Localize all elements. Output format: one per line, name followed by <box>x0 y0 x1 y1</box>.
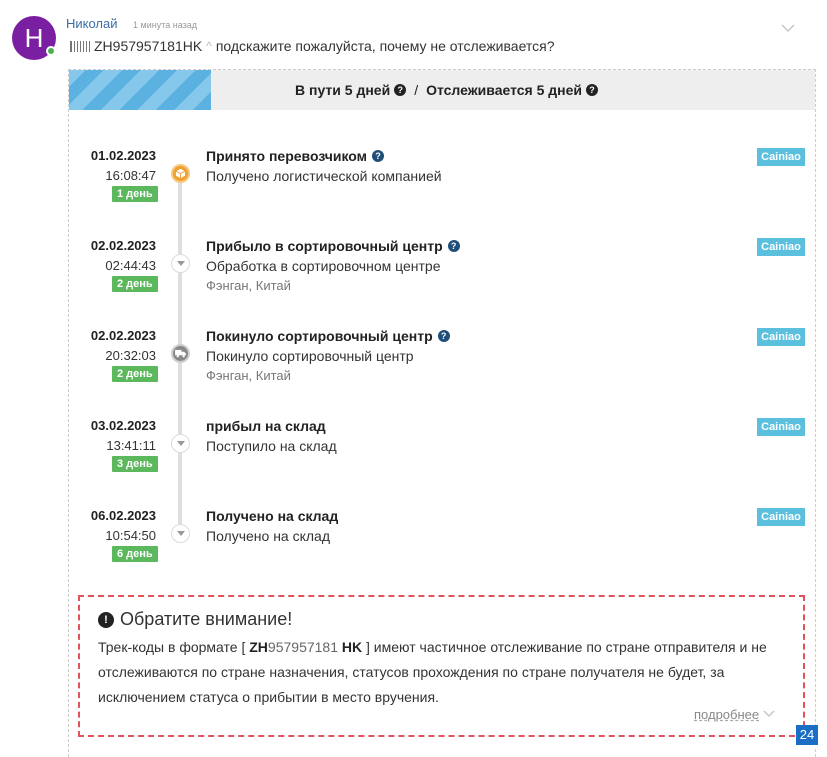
chevron-down-icon <box>763 709 775 721</box>
event-title: Принято перевозчиком? <box>206 148 385 164</box>
help-icon[interactable]: ? <box>447 240 460 252</box>
notice-text: Трек-коды в формате [ ZH957957181 HK ] и… <box>98 635 788 710</box>
event-date: 03.02.2023 <box>90 418 156 433</box>
tracking-event: 01.02.2023 16:08:47 1 день Принято перевозч… <box>0 148 827 218</box>
notice-code-prefix: ZH <box>249 639 268 655</box>
carrier-badge[interactable]: Cainiao <box>757 148 805 166</box>
track-code-link[interactable]: ZH957957181HK <box>94 38 202 54</box>
tracking-header: В пути 5 дней ? / Отслеживается 5 дней ? <box>69 70 815 110</box>
tracking-progress-bar <box>69 70 211 110</box>
chevron-down-icon <box>171 434 190 453</box>
event-time: 13:41:11 <box>106 438 156 453</box>
carrier-badge[interactable]: Cainiao <box>757 238 805 256</box>
event-description: Обработка в сортировочном центре <box>206 258 441 274</box>
exclamation-icon: ! <box>98 611 114 628</box>
box-icon <box>171 164 190 183</box>
event-title-text: Принято перевозчиком <box>206 148 368 164</box>
event-location: Фэнган, Китай <box>206 368 291 383</box>
event-description: Получено логистической компанией <box>206 168 442 184</box>
event-description: Поступило на склад <box>206 438 337 454</box>
tracking-event: 02.02.2023 02:44:43 2 день Прибыло в сортир… <box>0 238 827 308</box>
help-icon[interactable]: ? <box>437 330 450 342</box>
help-icon[interactable]: ? <box>372 150 385 162</box>
event-description: Получено на склад <box>206 528 331 544</box>
status-tracked: Отслеживается 5 дней <box>426 82 583 98</box>
notice-box: ! Обратите внимание! Трек-коды в формате… <box>78 595 805 737</box>
event-title: Покинуло сортировочный центр? <box>206 328 450 344</box>
event-title: прибыл на склад <box>206 418 326 434</box>
comment-time: 1 минута назад <box>133 20 197 30</box>
tracking-event: 06.02.2023 10:54:50 6 день Получено на скла… <box>0 508 827 578</box>
event-title-text: Получено на склад <box>206 508 339 524</box>
event-time: 02:44:43 <box>105 258 156 273</box>
event-time: 10:54:50 <box>105 528 156 543</box>
event-title: Получено на склад <box>206 508 338 524</box>
event-days-badge: 6 день <box>112 546 158 562</box>
event-location: Фэнган, Китай <box>206 278 291 293</box>
event-date: 02.02.2023 <box>90 238 156 253</box>
carrier-badge[interactable]: Cainiao <box>757 508 805 526</box>
chevron-down-icon[interactable] <box>780 20 796 36</box>
notice-code-digits: 957957181 <box>267 639 338 655</box>
event-date: 02.02.2023 <box>90 328 156 343</box>
event-time: 20:32:03 <box>105 348 156 363</box>
comment-author[interactable]: Николай <box>66 16 118 31</box>
status-separator: / <box>414 82 419 98</box>
online-status-icon <box>46 46 56 56</box>
event-days-badge: 1 день <box>112 186 158 202</box>
event-time: 16:08:47 <box>105 168 156 183</box>
tracking-event: 02.02.2023 20:32:03 2 день Покинуло сортиро… <box>0 328 827 398</box>
event-date: 06.02.2023 <box>90 508 156 523</box>
event-title: Прибыло в сортировочный центр? <box>206 238 460 254</box>
page-number-badge[interactable]: 24 <box>796 725 818 747</box>
notice-title-text: Обратите внимание! <box>120 609 293 629</box>
event-days-badge: 2 день <box>112 276 158 292</box>
more-label: подробнее <box>694 707 760 722</box>
tracking-status: В пути 5 дней ? / Отслеживается 5 дней ? <box>295 82 599 98</box>
status-in-transit: В пути 5 дней <box>295 82 391 98</box>
event-date: 01.02.2023 <box>90 148 156 163</box>
help-icon[interactable]: ? <box>586 84 599 96</box>
comment-message: подскажите пожалуйста, почему не отслежи… <box>215 38 555 54</box>
chevron-down-icon <box>171 524 190 543</box>
caret-up-icon: ^ <box>206 39 212 53</box>
avatar-letter: Н <box>24 22 44 53</box>
event-days-badge: 2 день <box>112 366 158 382</box>
notice-code-suffix: HK <box>341 639 363 655</box>
more-link[interactable]: подробнее <box>694 707 775 722</box>
tracking-event: 03.02.2023 13:41:11 3 день прибыл на склад П… <box>0 418 827 488</box>
chevron-down-icon <box>171 254 190 273</box>
event-title-text: Прибыло в сортировочный центр <box>206 238 443 254</box>
notice-text-before: Трек-коды в формате [ <box>98 639 246 655</box>
event-description: Покинуло сортировочный центр <box>206 348 414 364</box>
barcode-icon <box>70 40 90 52</box>
carrier-badge[interactable]: Cainiao <box>757 418 805 436</box>
notice-title: ! Обратите внимание! <box>98 609 292 630</box>
truck-icon <box>171 344 190 363</box>
comment-text: ZH957957181HK ^ подскажите пожалуйста, п… <box>70 38 555 54</box>
event-title-text: Покинуло сортировочный центр <box>206 328 433 344</box>
event-days-badge: 3 день <box>112 456 158 472</box>
carrier-badge[interactable]: Cainiao <box>757 328 805 346</box>
event-title-text: прибыл на склад <box>206 418 326 434</box>
help-icon[interactable]: ? <box>394 84 407 96</box>
